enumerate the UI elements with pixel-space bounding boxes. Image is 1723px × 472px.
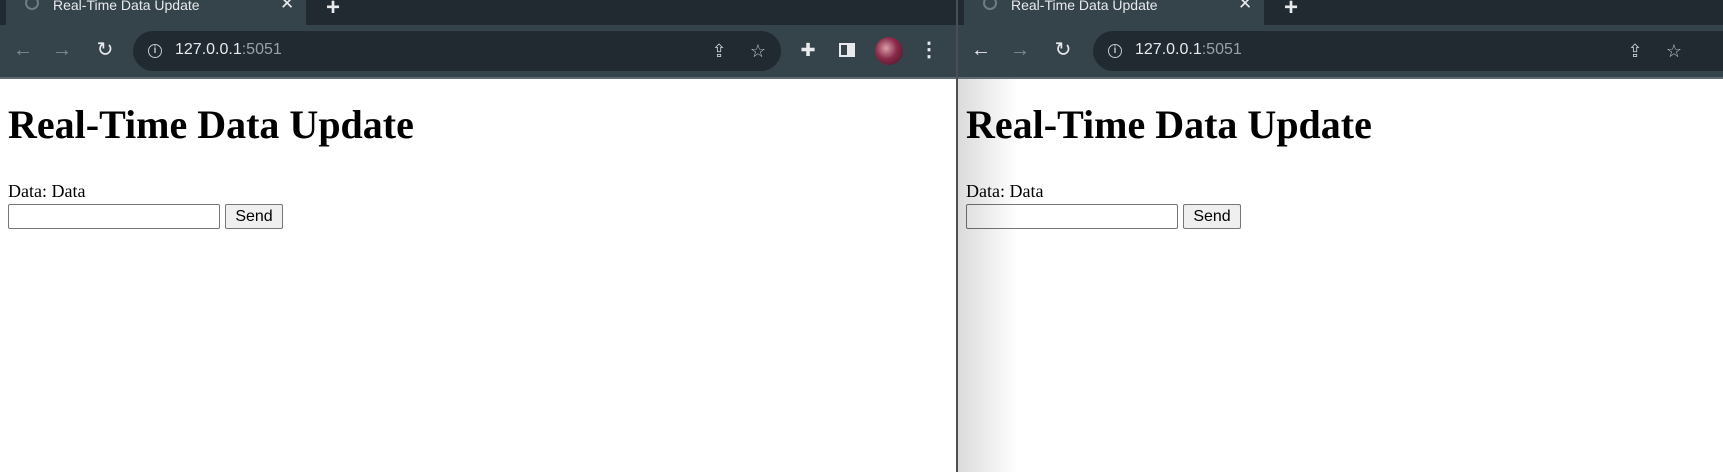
globe-icon <box>25 0 39 10</box>
data-value: Data <box>51 181 86 201</box>
side-panel-icon[interactable] <box>839 43 855 57</box>
page-title: Real-Time Data Update <box>966 102 1372 147</box>
page-title: Real-Time Data Update <box>8 102 414 147</box>
page-content: Real-Time Data Update Data: Data Send <box>0 79 956 472</box>
back-icon[interactable]: ← <box>969 38 993 62</box>
browser-window-left: Real-Time Data Update ✕ + ← → ↻ i 127.0.… <box>0 0 956 472</box>
avatar[interactable] <box>875 37 903 65</box>
share-icon[interactable]: ⇪ <box>708 40 730 62</box>
url-text[interactable]: 127.0.0.1:5051 <box>175 41 282 59</box>
close-icon[interactable]: ✕ <box>280 0 294 12</box>
puzzle-icon[interactable]: ✚ <box>796 38 820 62</box>
info-icon[interactable]: i <box>148 44 162 58</box>
star-icon[interactable]: ☆ <box>747 40 769 62</box>
data-display: Data: Data <box>966 181 1043 201</box>
data-label: Data: <box>8 181 52 201</box>
forward-icon[interactable]: → <box>1008 38 1032 62</box>
data-label: Data: <box>966 181 1010 201</box>
data-input[interactable] <box>8 204 220 229</box>
browser-window-right: Real-Time Data Update ✕ + ← → ↻ i 127.0.… <box>958 0 1723 472</box>
new-tab-button[interactable]: + <box>1284 0 1298 22</box>
data-display: Data: Data <box>8 181 85 201</box>
tab-real-time-data-update[interactable]: Real-Time Data Update ✕ <box>964 0 1264 25</box>
kebab-menu-icon[interactable]: ⋮ <box>917 38 941 62</box>
reload-icon[interactable]: ↻ <box>93 38 117 62</box>
browser-toolbar: ← → ↻ i 127.0.0.1:5051 ⇪ ☆ <box>958 25 1723 79</box>
info-icon[interactable]: i <box>1108 44 1122 58</box>
new-tab-button[interactable]: + <box>326 0 340 22</box>
tab-title: Real-Time Data Update <box>1011 0 1158 13</box>
address-bar[interactable]: i 127.0.0.1:5051 ⇪ ☆ <box>1093 31 1723 71</box>
tab-strip: Real-Time Data Update ✕ + <box>0 0 956 25</box>
tab-real-time-data-update[interactable]: Real-Time Data Update ✕ <box>6 0 306 25</box>
send-button[interactable]: Send <box>1183 204 1241 229</box>
reload-icon[interactable]: ↻ <box>1051 38 1075 62</box>
forward-icon[interactable]: → <box>50 38 74 62</box>
share-icon[interactable]: ⇪ <box>1624 40 1646 62</box>
data-input[interactable] <box>966 204 1178 229</box>
back-icon[interactable]: ← <box>11 38 35 62</box>
tab-title: Real-Time Data Update <box>53 0 200 13</box>
data-value: Data <box>1009 181 1044 201</box>
send-button[interactable]: Send <box>225 204 283 229</box>
browser-toolbar: ← → ↻ i 127.0.0.1:5051 ⇪ ☆ ✚ ⋮ <box>0 25 956 79</box>
star-icon[interactable]: ☆ <box>1663 40 1685 62</box>
page-content: Real-Time Data Update Data: Data Send <box>958 79 1723 472</box>
globe-icon <box>983 0 997 10</box>
address-bar[interactable]: i 127.0.0.1:5051 ⇪ ☆ <box>133 31 781 71</box>
url-text[interactable]: 127.0.0.1:5051 <box>1135 41 1242 59</box>
close-icon[interactable]: ✕ <box>1238 0 1252 12</box>
tab-strip: Real-Time Data Update ✕ + <box>958 0 1723 25</box>
